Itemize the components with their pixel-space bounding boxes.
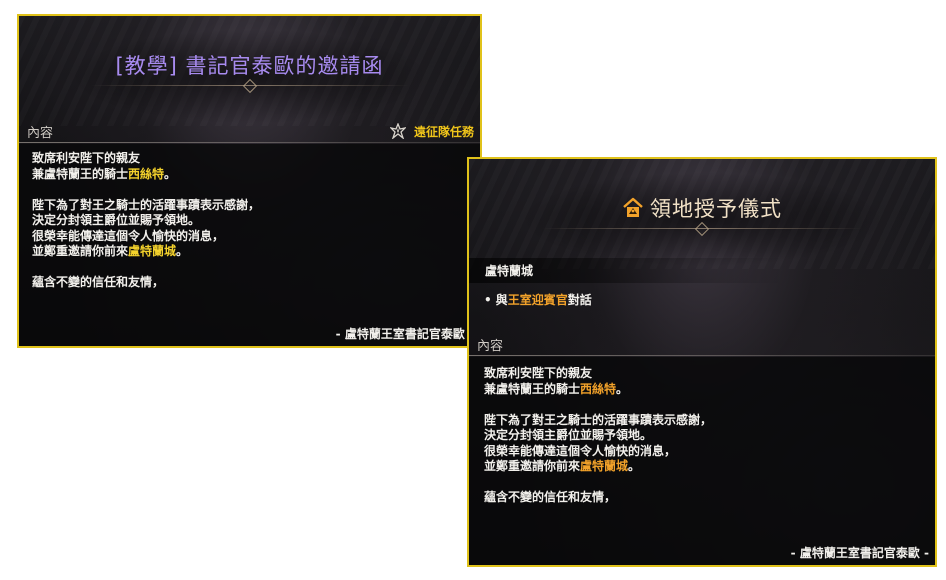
letter-signature: - 盧特蘭王室書記官泰歐 - xyxy=(335,327,474,341)
letter-line: 決定分封領主爵位並賜予領地。 xyxy=(484,428,653,442)
letter-line: 決定分封領主爵位並賜予領地。 xyxy=(32,213,201,227)
letter-signature: - 盧特蘭王室書記官泰歐 - xyxy=(790,546,929,560)
letter-text: 。 xyxy=(164,166,177,181)
content-section-header: 內容 遠征隊任務 xyxy=(19,119,480,143)
letter-line: 致席利安陛下的親友 xyxy=(484,366,593,380)
objective-area: 盧特蘭城 • 與王室迎賓官對話 xyxy=(469,251,935,329)
letter-line: 蘊含不變的信任和友情， xyxy=(32,275,165,289)
letter-text: 並鄭重邀請你前來 xyxy=(32,244,129,258)
letter-body: 致席利安陛下的親友 兼盧特蘭王的騎士西絲特。 陛下為了對王之騎士的活躍事蹟表示感… xyxy=(32,151,260,291)
quest-type-tag: 遠征隊任務 xyxy=(389,119,474,143)
letter-text: 兼盧特蘭王的騎士 xyxy=(484,381,581,396)
title-ornament xyxy=(89,80,410,92)
expedition-emblem-icon xyxy=(389,123,406,139)
letter-line: 很榮幸能傳達這個令人愉快的消息， xyxy=(484,443,677,458)
objective-text: 對話 xyxy=(567,293,592,307)
objective-bullet: • xyxy=(484,293,492,307)
ceremony-quest-title: 領地授予儀式 xyxy=(650,197,782,221)
title-ornament xyxy=(542,223,862,235)
letter-text: 並鄭重邀請你前來 xyxy=(484,459,581,473)
letter-body: 致席利安陛下的親友 兼盧特蘭王的騎士西絲特。 陛下為了對王之騎士的活躍事蹟表示感… xyxy=(484,366,712,506)
letter-line: 致席利安陛下的親友 xyxy=(32,151,141,165)
quest-type-label: 遠征隊任務 xyxy=(413,124,474,139)
letter-text: 兼盧特蘭王的騎士 xyxy=(32,166,129,181)
objective-text: 與 xyxy=(495,293,508,307)
letter-line: 很榮幸能傳達這個令人愉快的消息， xyxy=(32,228,225,243)
letter-content-area: 致席利安陛下的親友 兼盧特蘭王的騎士西絲特。 陛下為了對王之騎士的活躍事蹟表示感… xyxy=(469,357,935,565)
npc-name-highlight: 王室迎賓官 xyxy=(507,293,568,307)
ceremony-title-row: 領地授予儀式 xyxy=(469,193,935,223)
location-highlight: 盧特蘭城 xyxy=(580,459,629,473)
content-section-header: 內容 xyxy=(469,332,935,356)
letter-text: 。 xyxy=(176,244,189,258)
objective-location: 盧特蘭城 xyxy=(469,258,785,283)
letter-line: 兼盧特蘭王的騎士西絲特。 xyxy=(484,382,712,398)
letter-content-area: 致席利安陛下的親友 兼盧特蘭王的騎士西絲特。 陛下為了對王之騎士的活躍事蹟表示感… xyxy=(19,144,480,346)
content-section-label: 內容 xyxy=(27,125,54,141)
tutorial-title-row: [教學] 書記官泰歐的邀請函 xyxy=(19,50,480,80)
letter-line: 陛下為了對王之騎士的活躍事蹟表示感謝， xyxy=(484,412,713,427)
content-section-label: 內容 xyxy=(477,338,504,354)
tutorial-quest-title: [教學] 書記官泰歐的邀請函 xyxy=(115,54,384,78)
character-name-highlight: 西絲特 xyxy=(580,381,617,396)
ceremony-quest-panel: 領地授予儀式 盧特蘭城 • 與王室迎賓官對話 內容 致席利安陛下的親友 兼盧特蘭王… xyxy=(467,157,937,567)
letter-line: 並鄭重邀請你前來盧特蘭城。 xyxy=(32,244,260,260)
letter-text: 。 xyxy=(628,459,641,473)
letter-line: 兼盧特蘭王的騎士西絲特。 xyxy=(32,167,260,183)
letter-line: 並鄭重邀請你前來盧特蘭城。 xyxy=(484,459,712,475)
character-name-highlight: 西絲特 xyxy=(128,166,165,181)
letter-line: 陛下為了對王之騎士的活躍事蹟表示感謝， xyxy=(32,197,261,212)
location-highlight: 盧特蘭城 xyxy=(128,244,177,258)
letter-text: 。 xyxy=(616,381,629,396)
letter-line: 蘊含不變的信任和友情， xyxy=(484,490,617,504)
tutorial-quest-panel: [教學] 書記官泰歐的邀請函 內容 遠征隊任務 致席利安陛下的親友 兼盧特蘭王的… xyxy=(17,14,482,348)
territory-house-icon xyxy=(623,197,643,217)
objective-item: • 與王室迎賓官對話 xyxy=(484,291,592,308)
